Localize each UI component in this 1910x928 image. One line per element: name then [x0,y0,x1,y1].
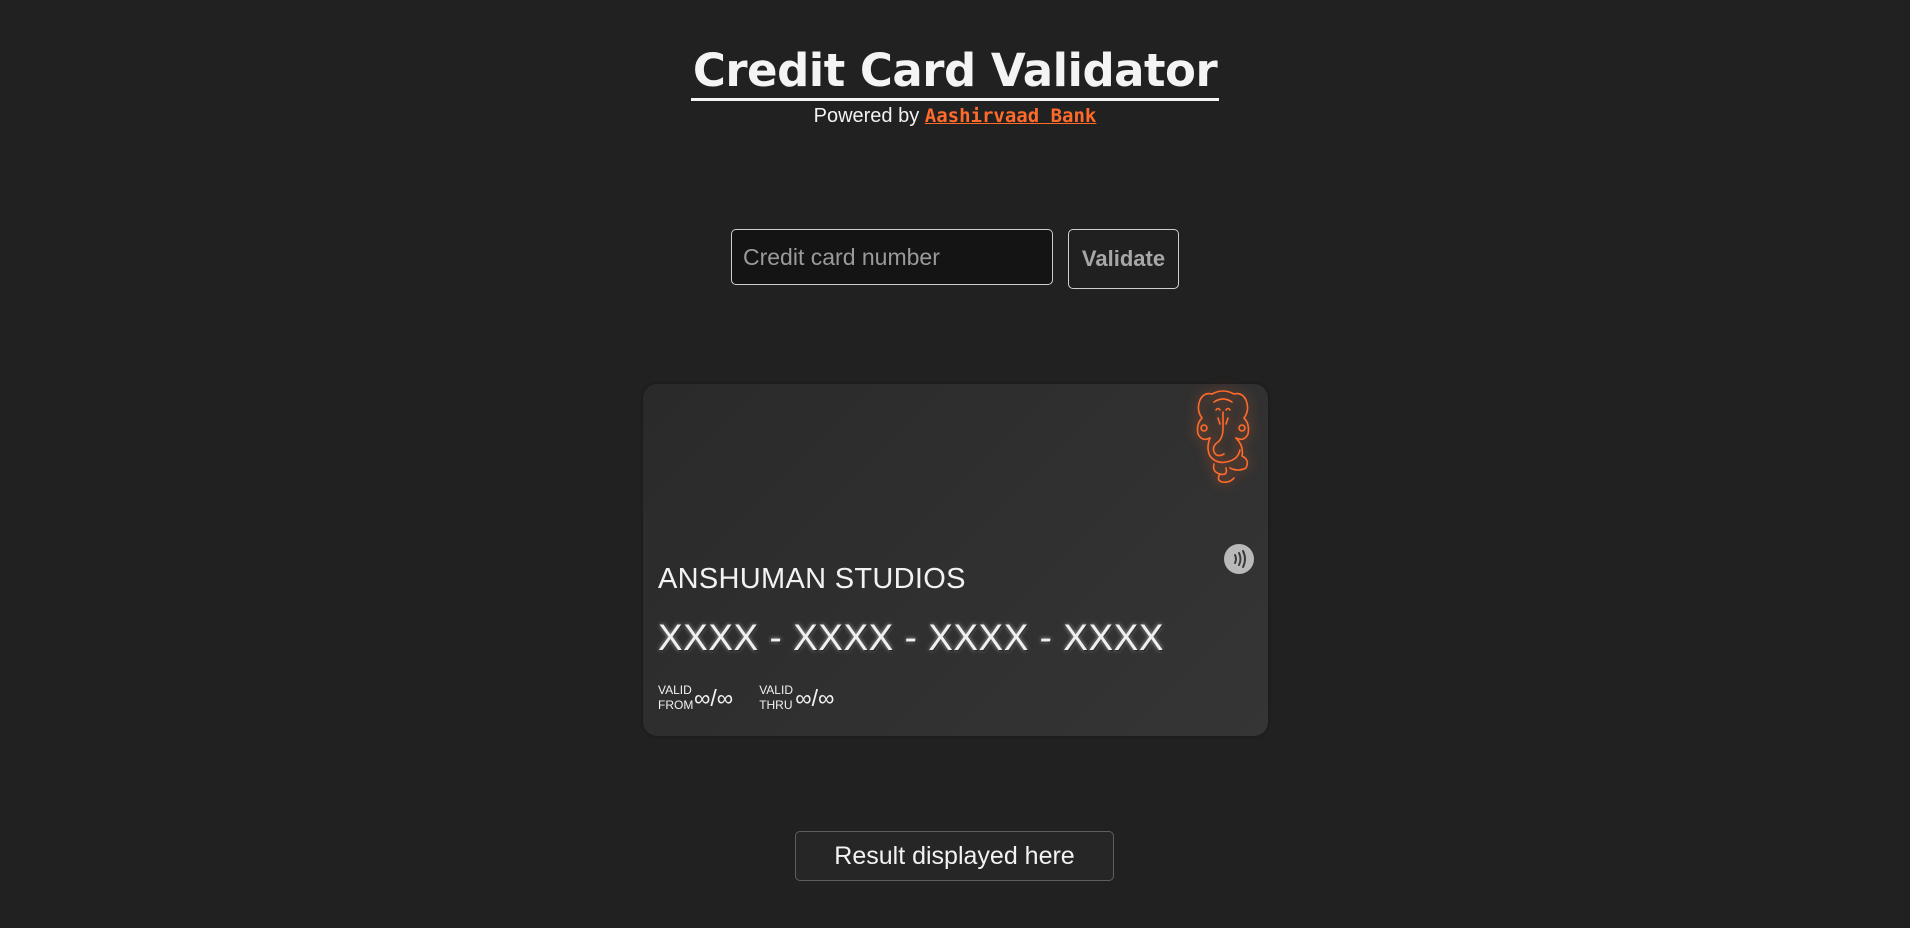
valid-thru-group: VALID THRU ∞/∞ [759,683,834,713]
subtitle: Powered by Aashirvaad Bank [0,105,1910,128]
valid-from-label-line2: FROM [658,698,694,712]
ganesha-icon [1196,390,1250,483]
valid-from-group: VALID FROM ∞/∞ [658,683,733,713]
valid-thru-value: ∞/∞ [795,684,835,711]
validate-button[interactable]: Validate [1068,229,1179,289]
valid-thru-label-line2: THRU [759,698,793,712]
valid-from-label: VALID FROM [658,683,696,713]
valid-thru-label: VALID THRU [759,683,797,713]
page: Credit Card Validator Powered by Aashirv… [0,0,1910,928]
card-holder-name: ANSHUMAN STUDIOS [658,563,966,595]
contactless-icon [1224,544,1254,574]
credit-card-preview: ANSHUMAN STUDIOS XXXX - XXXX - XXXX - XX… [643,384,1268,736]
page-title: Credit Card Validator [690,44,1220,101]
validate-form: Validate [731,229,1179,289]
valid-from-value: ∞/∞ [694,684,734,711]
card-dates: VALID FROM ∞/∞ VALID THRU ∞/∞ [658,683,834,713]
valid-thru-label-line1: VALID [759,683,793,697]
valid-from-label-line1: VALID [658,683,692,697]
card-number: XXXX - XXXX - XXXX - XXXX [658,617,1165,658]
powered-by-text: Powered by [813,105,925,127]
header: Credit Card Validator Powered by Aashirv… [0,44,1910,128]
bank-link[interactable]: Aashirvaad Bank [925,105,1097,127]
credit-card-input[interactable] [731,229,1053,285]
result-display: Result displayed here [795,831,1114,881]
